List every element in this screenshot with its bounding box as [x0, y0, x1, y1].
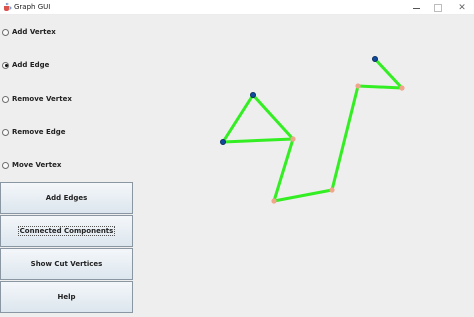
graph-vertex[interactable]	[219, 138, 226, 145]
graph-vertex[interactable]	[290, 136, 296, 142]
graph-vertex[interactable]	[271, 198, 277, 204]
graph-vertex[interactable]	[249, 92, 256, 99]
main-content: Add Vertex Add Edge Remove Vertex Remove…	[0, 15, 474, 317]
graph-vertex[interactable]	[371, 56, 378, 63]
graph-vertex[interactable]	[329, 187, 335, 193]
graph-edge[interactable]	[221, 93, 255, 144]
graph-edge[interactable]	[373, 57, 404, 90]
graph-edge[interactable]	[330, 84, 360, 192]
graph-vertex[interactable]	[399, 85, 405, 91]
graph-vertex[interactable]	[355, 83, 361, 89]
graph-edge[interactable]	[272, 188, 334, 203]
graph-edge[interactable]	[272, 137, 295, 203]
graph-edge[interactable]	[356, 84, 404, 90]
graph-edge[interactable]	[221, 137, 295, 144]
graph-edge[interactable]	[251, 93, 295, 141]
graph-canvas[interactable]	[134, 15, 474, 317]
graph-drawing	[219, 56, 405, 204]
